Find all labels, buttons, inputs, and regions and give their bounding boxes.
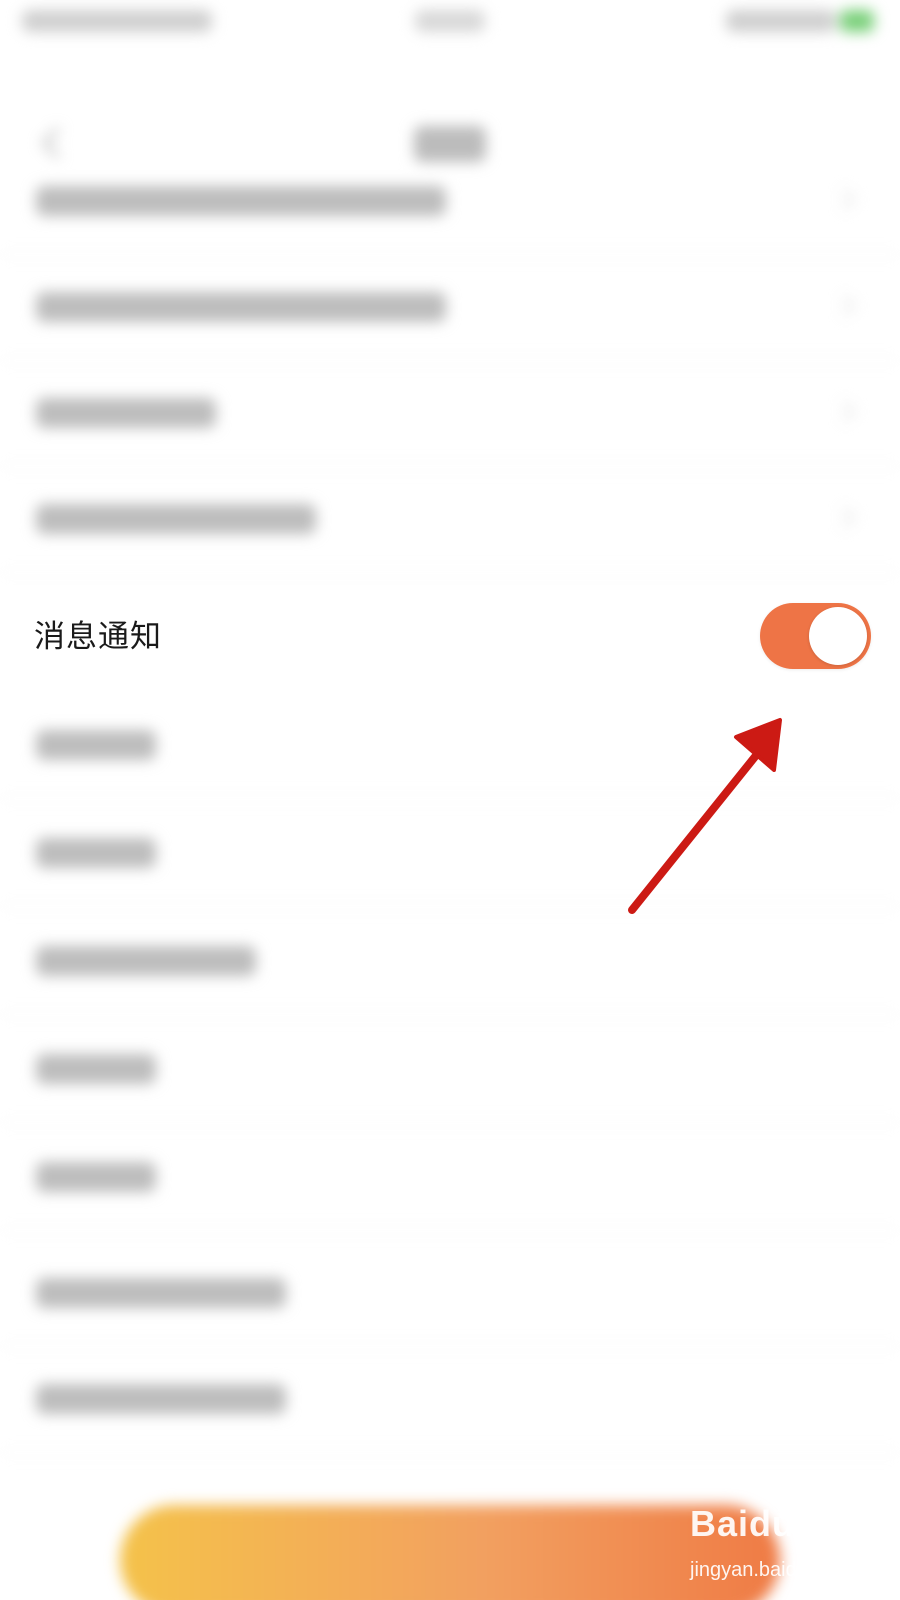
notification-toggle[interactable] [760, 603, 871, 669]
chevron-right-icon [833, 506, 856, 529]
chevron-right-icon [833, 400, 856, 423]
settings-screen: 消息通知 Baidu 经验 jingyan.baidu.com [0, 0, 900, 1600]
settings-row[interactable] [0, 466, 900, 573]
row-label [36, 398, 216, 428]
status-carrier [22, 10, 212, 32]
baidu-jingyan-watermark: Baidu 经验 jingyan.baidu.com [690, 1495, 890, 1590]
blurred-background [0, 0, 900, 1600]
row-label [36, 504, 316, 534]
settings-row[interactable] [0, 1016, 900, 1123]
nav-bar [0, 56, 900, 162]
settings-row[interactable] [0, 692, 900, 799]
status-icons [726, 10, 836, 32]
watermark-cn: 经验 [818, 1515, 878, 1550]
settings-row[interactable] [0, 908, 900, 1015]
row-label [36, 186, 446, 216]
chevron-right-icon [833, 294, 856, 317]
row-label [36, 946, 256, 976]
settings-row[interactable] [0, 148, 900, 255]
chevron-right-icon [833, 188, 856, 211]
settings-row[interactable] [0, 360, 900, 467]
row-label [36, 1054, 156, 1084]
row-label [36, 730, 156, 760]
status-time [415, 10, 485, 32]
row-label [36, 292, 446, 322]
row-label [36, 1384, 286, 1414]
settings-row[interactable] [0, 800, 900, 907]
settings-row[interactable] [0, 254, 900, 361]
settings-row[interactable] [0, 1240, 900, 1347]
row-label [36, 838, 156, 868]
notification-label: 消息通知 [34, 619, 162, 655]
row-label [36, 1162, 156, 1192]
bottom-action-button[interactable] [120, 1505, 780, 1600]
settings-row[interactable] [0, 1124, 900, 1231]
watermark-url: jingyan.baidu.com [690, 1559, 852, 1581]
notification-settings-row: 消息通知 [0, 585, 900, 685]
status-bar [0, 0, 900, 48]
toggle-knob [809, 607, 867, 665]
battery-icon [840, 10, 874, 32]
paw-icon [779, 1496, 814, 1530]
settings-row[interactable] [0, 1346, 900, 1453]
row-label [36, 1278, 286, 1308]
